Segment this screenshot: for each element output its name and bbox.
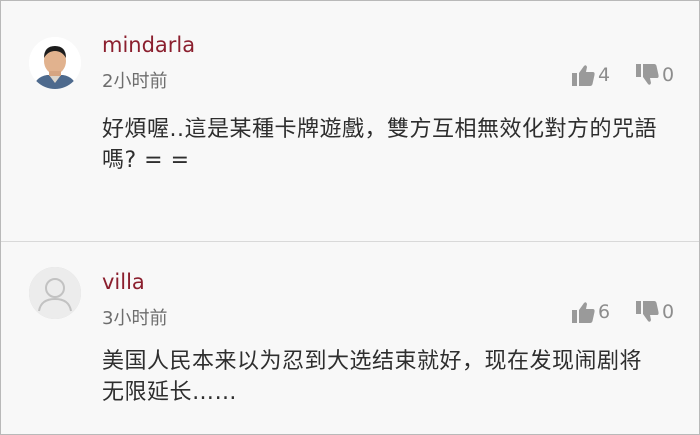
comment-time: 3小时前 [102,308,168,329]
comment-username[interactable]: villa [102,270,145,294]
comment-text: 美国人民本来以为忍到大选结束就好，现在发现闹剧将无限延长…… [102,349,643,405]
comment-text: 好煩喔..這是某種卡牌遊戲，雙方互相無效化對方的咒語嗎? = = [102,117,657,173]
user-photo-avatar-icon [29,37,81,89]
dislike-button[interactable]: 0 [635,63,674,87]
dislike-count: 0 [662,301,675,323]
thumbs-down-icon [636,301,659,322]
comment-item: villa 3小时前 6 0 美国人民本来以为忍到大选结束就好，现在发现闹剧将无… [1,242,699,434]
comment-time: 2小时前 [102,71,168,92]
user-avatar[interactable] [29,267,81,319]
thumbs-up-icon [572,65,595,86]
like-count: 4 [598,64,611,86]
default-user-avatar-icon [29,267,81,319]
dislike-button[interactable]: 0 [635,300,674,324]
thumbs-down-icon [636,64,659,85]
comment-item: mindarla 2小时前 4 0 好煩喔..這是某種卡牌遊戲，雙方互相無效化對… [1,1,699,241]
thumbs-up-icon [572,302,595,323]
user-avatar[interactable] [29,37,81,89]
like-button[interactable]: 4 [571,63,610,87]
comments-panel: mindarla 2小时前 4 0 好煩喔..這是某種卡牌遊戲，雙方互相無效化對… [0,0,700,435]
comment-username[interactable]: mindarla [102,33,195,57]
like-count: 6 [598,301,611,323]
dislike-count: 0 [662,64,675,86]
like-button[interactable]: 6 [571,300,610,324]
